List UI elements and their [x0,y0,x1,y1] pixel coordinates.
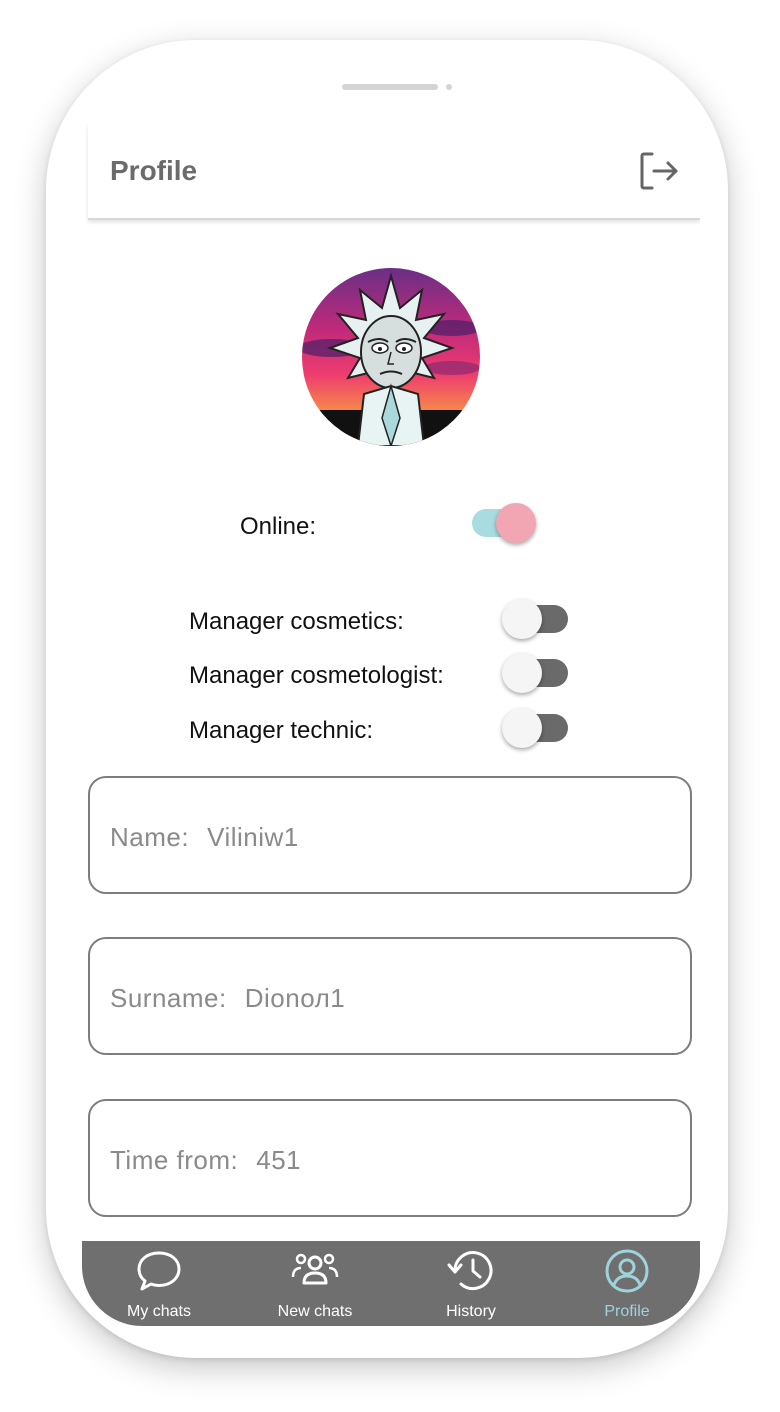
name-field-label: Name: [110,822,190,852]
nav-history[interactable]: History [394,1241,548,1326]
nav-label-profile: Profile [604,1303,650,1320]
page-title: Profile [110,155,198,186]
online-toggle[interactable] [468,502,538,544]
app-screen: Profile Online: Manager cosmetics: Manag… [82,124,700,1326]
surname-field-label: Surname: [110,983,227,1013]
nav-profile[interactable]: Profile [550,1241,700,1326]
nav-my-chats[interactable]: My chats [82,1241,236,1326]
nav-label-new-chats: New chats [277,1303,353,1320]
toggle-thumb [502,599,542,639]
logout-button[interactable] [638,150,682,192]
time-from-field[interactable]: Time from: 451 [88,1099,692,1217]
name-field-text: Name: Viliniw1 [110,822,299,853]
phone-sensor [446,84,452,90]
role-toggle-cosmetics[interactable] [502,598,572,640]
nav-label-history: History [446,1303,496,1320]
bottom-navigation: My chats New chats History Profile [82,1241,700,1326]
chat-bubble-icon [137,1251,181,1291]
logout-icon [640,152,678,190]
device-mockup: Profile Online: Manager cosmetics: Manag… [0,0,780,1412]
toggle-thumb [502,708,542,748]
surname-field[interactable]: Surname: Dionол1 [88,937,692,1055]
role-label-technic: Manager technic: [189,717,374,744]
profile-avatar[interactable] [302,268,480,446]
name-field-value: Viliniw1 [207,822,299,852]
time-from-field-text: Time from: 451 [110,1145,301,1176]
phone-speaker [342,84,438,90]
time-from-field-label: Time from: [110,1145,239,1175]
surname-field-text: Surname: Dionол1 [110,983,345,1014]
name-field[interactable]: Name: Viliniw1 [88,776,692,894]
profile-icon [605,1249,649,1293]
avatar-image [302,268,480,446]
online-label: Online: [240,513,317,540]
role-toggle-cosmetologist[interactable] [502,652,572,694]
group-icon [291,1253,339,1285]
surname-field-value: Dionол1 [244,983,346,1013]
role-label-cosmetologist: Manager cosmetologist: [189,662,444,689]
role-label-cosmetics: Manager cosmetics: [189,608,404,635]
toggle-thumb [502,653,542,693]
time-from-field-value: 451 [256,1145,302,1175]
nav-label-my-chats: My chats [126,1303,191,1320]
history-icon [447,1251,493,1291]
nav-new-chats[interactable]: New chats [238,1241,392,1326]
role-toggle-technic[interactable] [502,707,572,749]
app-header: Profile [88,124,700,220]
online-toggle-thumb [496,503,536,543]
